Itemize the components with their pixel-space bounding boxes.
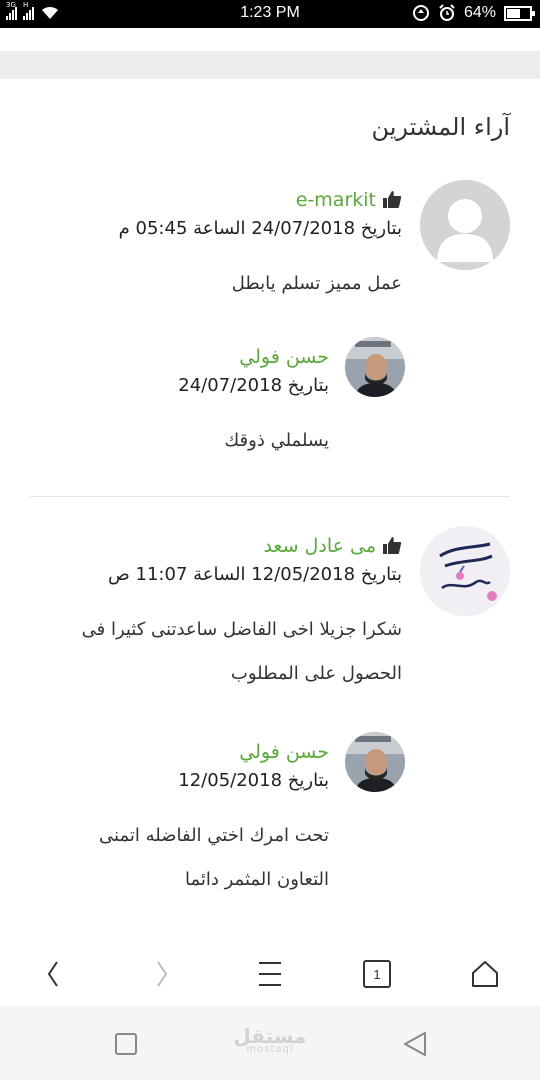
review-author-line: e-markit (30, 185, 402, 215)
battery-percent: 64% (463, 4, 496, 21)
reply-author-link[interactable]: حسن فولي (239, 346, 329, 368)
reply-body: حسن فولي بتاريخ 24/07/2018 يسلملي ذوقك (30, 342, 329, 463)
back-button[interactable] (33, 954, 73, 994)
thumbs-up-icon (383, 537, 402, 554)
data-saver-icon (412, 5, 429, 21)
review-divider (30, 496, 510, 497)
comment-line: شكرا جزيلا اخى الفاضل ساعدتنى كثيرا فى (81, 619, 402, 640)
avatar-default (420, 180, 510, 270)
battery-icon (504, 5, 535, 21)
forward-button[interactable] (142, 954, 182, 994)
review-author-link[interactable]: مى عادل سعد (263, 535, 376, 557)
section-title: آراء المشترين (371, 113, 510, 141)
avatar-logo (420, 526, 510, 616)
comment-line: التعاون المثمر دائما (184, 869, 329, 890)
chevron-left-icon (47, 961, 58, 987)
square-icon (115, 1033, 137, 1055)
browser-toolbar: 1 (0, 940, 540, 1006)
review-date: بتاريخ 12/05/2018 الساعة 11:07 ص (108, 564, 402, 585)
review-item: مى عادل سعد بتاريخ 12/05/2018 الساعة 11:… (30, 526, 510, 946)
reviews-section: آراء المشترين e-markit بتاريخ 24/07/2018… (0, 80, 540, 940)
review-date: بتاريخ 24/07/2018 الساعة 05:45 م (118, 218, 402, 239)
reply-author-line: حسن فولي (30, 342, 329, 372)
review-comment: شكرا جزيلا اخى الفاضل ساعدتنى كثيرا فى ا… (30, 608, 402, 696)
watermark-logo: مستقل mostaql (225, 1024, 315, 1055)
comment-line: تحت امرك اختي الفاضله اتمنى (99, 825, 329, 846)
thumbs-up-icon (383, 191, 402, 208)
menu-button[interactable] (250, 954, 290, 994)
home-icon (472, 961, 498, 987)
home-button[interactable] (465, 954, 505, 994)
triangle-back-icon (404, 1032, 426, 1056)
tabs-button[interactable]: 1 (357, 954, 397, 994)
reply-body: حسن فولي بتاريخ 12/05/2018 تحت امرك اختي… (30, 737, 329, 902)
menu-icon (259, 962, 281, 986)
chevron-right-icon (157, 961, 168, 987)
reply-author-line: حسن فولي (30, 737, 329, 767)
alarm-icon (439, 4, 455, 21)
recents-button[interactable] (108, 1026, 144, 1062)
user-photo-icon (345, 732, 405, 792)
user-photo-icon (345, 337, 405, 397)
system-back-button[interactable] (397, 1026, 433, 1062)
calligraphy-logo-icon (420, 526, 510, 616)
avatar-photo (345, 337, 405, 397)
review-comment: عمل مميز تسلم يابطل (30, 262, 402, 306)
page-header-band (0, 51, 540, 79)
review-author-link[interactable]: e-markit (296, 189, 376, 211)
reply-comment: تحت امرك اختي الفاضله اتمنى التعاون المث… (30, 814, 329, 902)
reply-date: بتاريخ 12/05/2018 (178, 770, 329, 791)
comment-line: يسلملي ذوقك (224, 430, 329, 451)
status-right: 64% (412, 4, 535, 22)
reply-comment: يسلملي ذوقك (30, 419, 329, 463)
comment-line: عمل مميز تسلم يابطل (231, 273, 402, 294)
review-body: e-markit بتاريخ 24/07/2018 الساعة 05:45 … (30, 185, 402, 306)
system-nav-bar: مستقل mostaql (0, 1006, 540, 1080)
user-placeholder-icon (420, 180, 510, 270)
review-item: e-markit بتاريخ 24/07/2018 الساعة 05:45 … (30, 180, 510, 500)
status-bar: 3G H 1:23 PM 64% (0, 0, 540, 28)
comment-line: الحصول على المطلوب (230, 663, 402, 684)
reply-author-link[interactable]: حسن فولي (239, 741, 329, 763)
review-author-line: مى عادل سعد (30, 531, 402, 561)
avatar-photo (345, 732, 405, 792)
tab-count: 1 (373, 966, 381, 982)
tabs-count-icon: 1 (363, 960, 391, 988)
review-body: مى عادل سعد بتاريخ 12/05/2018 الساعة 11:… (30, 531, 402, 696)
reply-date: بتاريخ 24/07/2018 (178, 375, 329, 396)
